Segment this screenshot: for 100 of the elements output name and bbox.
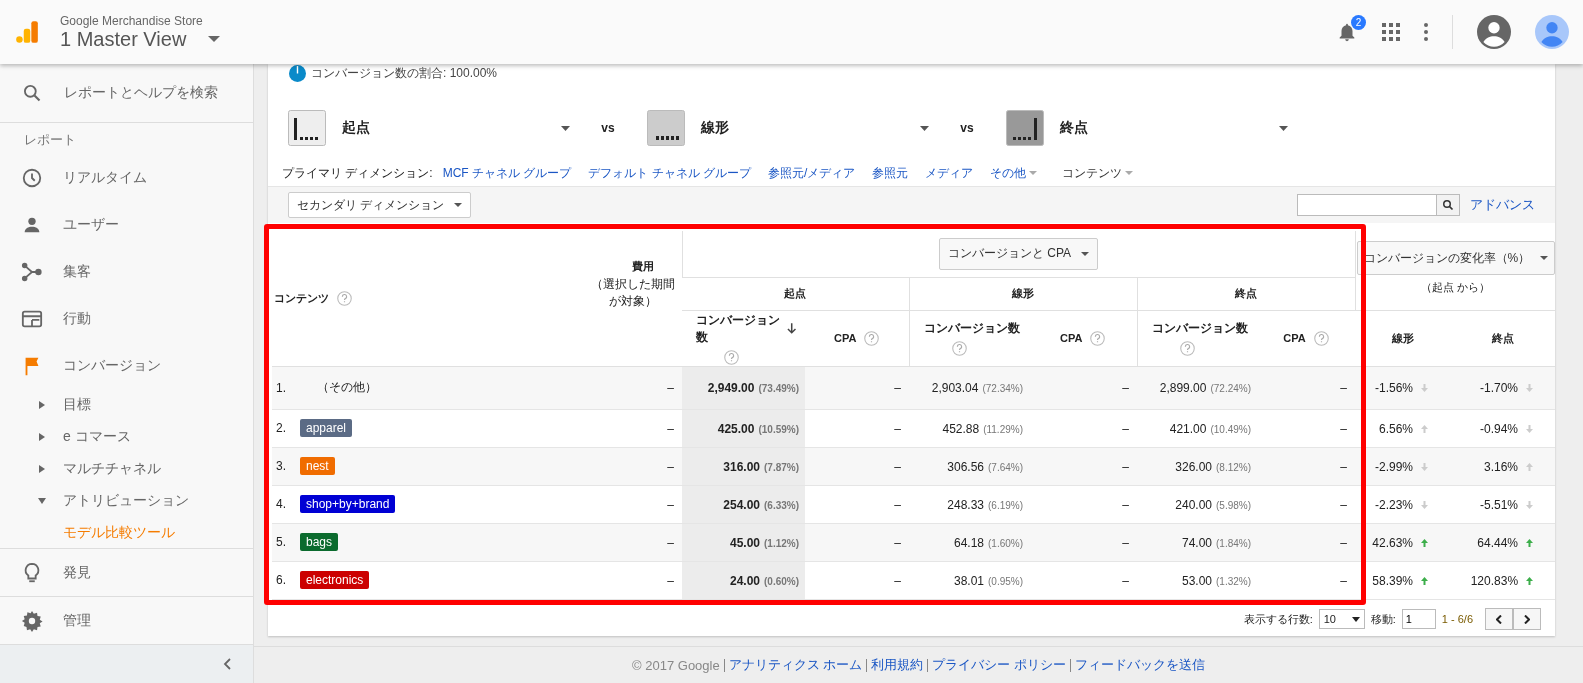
model-selector[interactable]: 終点 <box>1006 110 1288 146</box>
dimension-tab[interactable]: MCF チャネル グループ <box>442 164 572 182</box>
column-header: CPA <box>834 332 857 344</box>
collapsed-caret-icon <box>38 464 46 473</box>
share-percent: (10.59%) <box>758 423 799 435</box>
caret-icon <box>1351 616 1360 622</box>
table-cell: – <box>894 497 901 512</box>
expanded-caret-icon <box>38 496 46 505</box>
caret-icon <box>1125 171 1134 175</box>
dimension-tab[interactable]: 参照元/メディア <box>768 164 856 182</box>
table-cell: 3.16% <box>1484 459 1519 474</box>
dimension-tab[interactable]: その他 <box>990 164 1038 182</box>
chevron-right-icon <box>1524 614 1530 624</box>
last-bar-icon <box>1006 110 1044 146</box>
more-menu-icon[interactable] <box>1424 23 1428 41</box>
caret-icon <box>920 125 929 131</box>
nav-item[interactable]: 管理 <box>0 597 253 645</box>
table-cell: – <box>667 535 674 550</box>
share-percent: (72.34%) <box>982 382 1023 394</box>
share-percent: (1.60%) <box>988 537 1023 549</box>
content-tag[interactable]: shop+by+brand <box>300 495 396 513</box>
column-header: コンバージョン数 <box>1151 320 1248 337</box>
column-note: （起点 から） <box>1419 280 1491 295</box>
table-cell: 2,903.04 <box>931 380 979 395</box>
table-cell: – <box>667 459 674 474</box>
nav-subitem[interactable]: マルチチャネル <box>0 452 253 485</box>
page-range: 1 - 6/6 <box>1441 613 1473 625</box>
goto-field[interactable]: 1 <box>1401 609 1436 629</box>
advanced-link[interactable]: アドバンス <box>1470 196 1535 214</box>
next-page-button[interactable] <box>1513 608 1541 630</box>
caret-icon <box>1540 256 1549 260</box>
caret-icon <box>1029 171 1038 175</box>
column-header: CPA <box>1283 332 1306 344</box>
caret-icon <box>1081 251 1090 256</box>
table-search-field[interactable] <box>1297 194 1460 216</box>
share-percent: (72.24%) <box>1210 382 1251 394</box>
table-cell: – <box>894 573 901 588</box>
nav-item[interactable]: コンバージョン <box>0 342 253 389</box>
table-cell: -0.94% <box>1480 421 1519 436</box>
primary-dimension-label: プライマリ ディメンション: <box>282 164 433 182</box>
table-cell: – <box>667 421 674 436</box>
change-dropdown[interactable]: コンバージョンの変化率（%） <box>1356 241 1556 275</box>
column-header: 起点 <box>784 287 807 299</box>
secondary-dimension-dropdown[interactable]: セカンダリ ディメンション <box>288 192 472 218</box>
dimension-tab[interactable]: コンテンツ <box>1062 164 1134 182</box>
view-selector[interactable]: 1 Master View <box>60 27 221 51</box>
table-cell: – <box>1340 497 1348 512</box>
model-selector[interactable]: 起点 <box>288 110 570 146</box>
row-number: 4. <box>276 497 287 511</box>
rows-dropdown[interactable]: 10 <box>1318 609 1365 629</box>
account-circle-icon[interactable] <box>1477 15 1511 49</box>
dimension-tab[interactable]: デフォルト チャネル グループ <box>588 164 751 182</box>
table-cell: – <box>894 535 901 550</box>
chevron-left-icon <box>1496 614 1502 624</box>
table-cell: -1.70% <box>1480 380 1519 395</box>
footer-link[interactable]: 利用規約 <box>871 656 924 674</box>
nav-subitem[interactable]: アトリビューション <box>0 484 253 517</box>
search-icon[interactable] <box>1442 199 1454 211</box>
table-cell: 120.83% <box>1470 573 1519 588</box>
nav-subitem[interactable]: 目標 <box>0 389 253 421</box>
model-selector[interactable]: 線形 <box>647 110 929 146</box>
table-cell: – <box>1122 380 1129 395</box>
dimension-tab[interactable]: メディア <box>925 164 974 182</box>
table-cell: -2.23% <box>1375 497 1414 512</box>
content-tag[interactable]: bags <box>300 533 339 551</box>
nav-item[interactable]: ユーザー <box>0 201 253 249</box>
nav-item[interactable]: 発見 <box>0 549 253 597</box>
table-cell: 64.18 <box>953 535 984 550</box>
report-search-field[interactable]: レポートとヘルプを検索 <box>64 83 218 102</box>
nav-item[interactable]: リアルタイム <box>0 154 253 202</box>
share-percent: (1.84%) <box>1216 537 1251 549</box>
content-tag[interactable]: electronics <box>300 571 370 589</box>
table-cell: – <box>894 459 901 474</box>
sort-down-arrow-icon[interactable] <box>786 322 796 335</box>
content-tag[interactable]: apparel <box>300 419 353 437</box>
footer-link[interactable]: プライバシー ポリシー <box>932 656 1066 674</box>
column-header: 終点 <box>1235 287 1257 299</box>
table-cell: 6.56% <box>1379 421 1414 436</box>
avatar-icon[interactable] <box>1535 15 1569 49</box>
table-cell: 53.00 <box>1181 573 1212 588</box>
nav-subitem[interactable]: e コマース <box>0 420 253 453</box>
table-cell: – <box>1340 459 1348 474</box>
dimension-tab[interactable]: 参照元 <box>872 164 909 182</box>
table-cell: 248.33 <box>947 497 984 512</box>
table-cell: – <box>1340 380 1348 395</box>
table-cell: 240.00 <box>1175 497 1212 512</box>
metric-dropdown[interactable]: コンバージョンと CPA <box>938 237 1099 270</box>
previous-page-button[interactable] <box>1485 608 1513 630</box>
collapse-chevron-icon[interactable] <box>223 658 231 671</box>
nav-item[interactable]: 行動 <box>0 295 253 343</box>
table-cell: 254.00 <box>723 497 760 512</box>
footer-link[interactable]: アナリティクス ホーム <box>728 656 863 674</box>
table-cell: – <box>1122 459 1129 474</box>
column-note: （選択した期間が対象） <box>589 276 676 310</box>
nav-item[interactable]: 集客 <box>0 248 253 296</box>
table-cell: 74.00 <box>1181 535 1212 550</box>
footer-link[interactable]: フィードバックを送信 <box>1074 656 1205 674</box>
table-cell: – <box>1122 535 1129 550</box>
table-cell: – <box>1122 421 1129 436</box>
apps-grid-icon[interactable] <box>1382 23 1400 41</box>
